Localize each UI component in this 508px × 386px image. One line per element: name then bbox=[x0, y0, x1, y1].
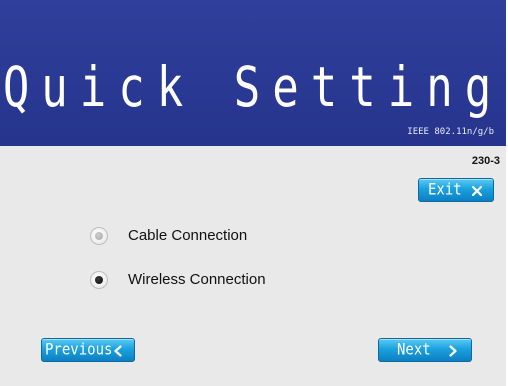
wireless-standard-label: IEEE 802.11n/g/b bbox=[407, 127, 494, 137]
cable-connection-label: Cable Connection bbox=[128, 227, 248, 244]
next-button-label: Next bbox=[397, 340, 431, 360]
header-banner: Quick Setting IEEE 802.11n/g/b bbox=[0, 0, 506, 146]
exit-button-label: Exit bbox=[428, 180, 462, 200]
page-title: Quick Setting bbox=[2, 56, 504, 120]
radio-dot bbox=[95, 276, 103, 284]
radio-dot bbox=[95, 232, 103, 240]
wireless-connection-option[interactable]: Wireless Connection bbox=[90, 269, 266, 291]
cable-connection-option[interactable]: Cable Connection bbox=[90, 225, 247, 247]
chevron-right-icon bbox=[445, 339, 461, 363]
exit-button[interactable]: Exit bbox=[418, 178, 494, 202]
next-button[interactable]: Next bbox=[378, 338, 472, 362]
content-panel: 230-3 Exit Cable Connection Wireless Con… bbox=[0, 146, 506, 386]
page-code: 230-3 bbox=[471, 155, 500, 167]
chevron-left-icon bbox=[110, 339, 126, 363]
wireless-connection-label: Wireless Connection bbox=[128, 271, 266, 288]
wireless-connection-radio[interactable] bbox=[90, 271, 108, 289]
cable-connection-radio[interactable] bbox=[90, 227, 108, 245]
previous-button[interactable]: Previous bbox=[41, 338, 135, 362]
quick-setting-screen: Quick Setting IEEE 802.11n/g/b 230-3 Exi… bbox=[0, 0, 508, 386]
previous-button-label: Previous bbox=[45, 340, 113, 360]
close-icon bbox=[469, 179, 485, 203]
